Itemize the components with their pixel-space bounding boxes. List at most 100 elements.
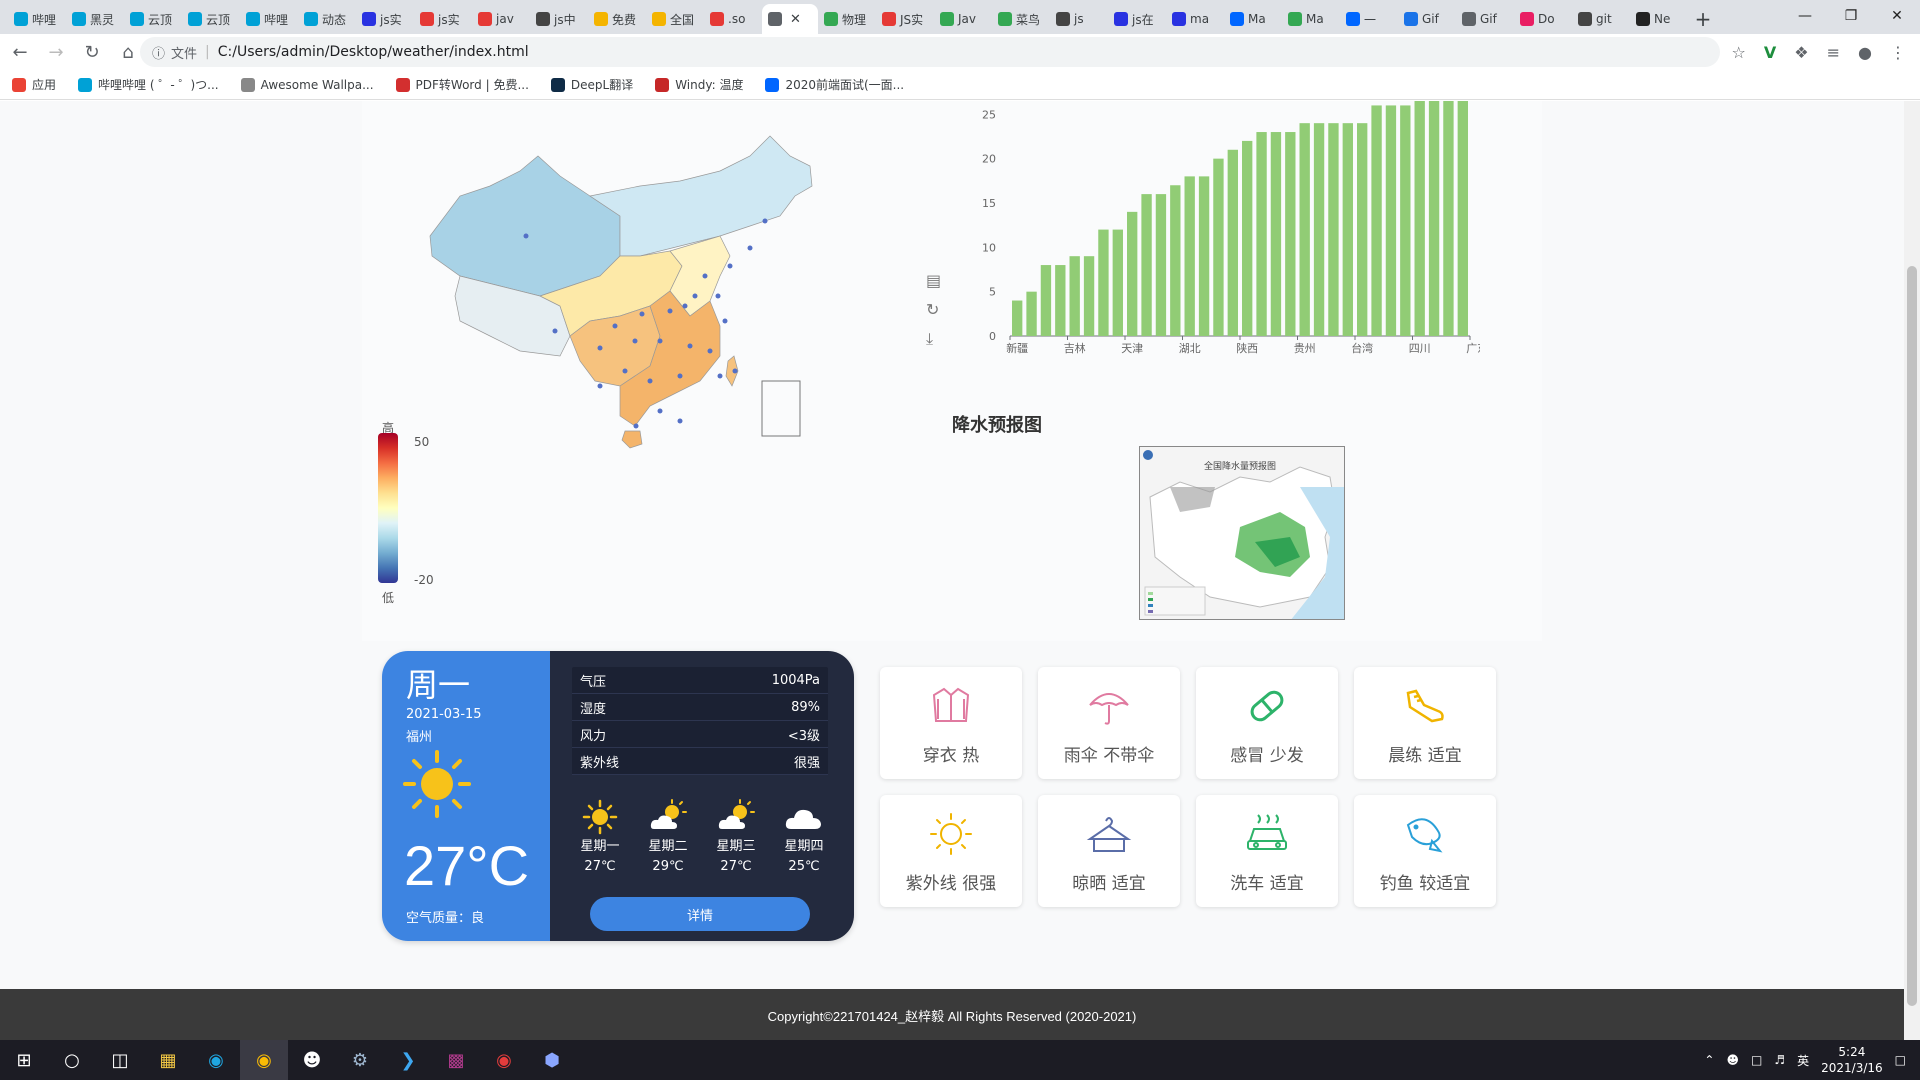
browser-tab[interactable]: 哔哩 (8, 4, 66, 34)
bar[interactable] (1256, 132, 1267, 336)
lifestyle-tile[interactable]: 紫外线 很强 (880, 795, 1022, 907)
bar[interactable] (1227, 149, 1238, 336)
bookmark-item[interactable]: DeepL翻译 (550, 76, 633, 93)
maximize-button[interactable]: ❐ (1828, 0, 1874, 32)
temperature-legend[interactable]: 高 50 -20 低 (378, 419, 438, 609)
browser-tab[interactable]: ✕ (762, 4, 818, 34)
bar[interactable] (1098, 229, 1109, 336)
browser-tab[interactable]: jav (472, 4, 530, 34)
menu-kebab-icon[interactable]: ⋮ (1890, 43, 1906, 62)
map-island-hainan[interactable] (621, 430, 643, 449)
bar[interactable] (1127, 211, 1138, 336)
rain-forecast-map-image[interactable]: 全国降水量预报图 (1139, 446, 1345, 620)
bar[interactable] (1055, 265, 1066, 336)
steam-icon[interactable]: ⚙ (336, 1040, 384, 1080)
browser-tab[interactable]: js实 (356, 4, 414, 34)
windows-start-icon[interactable]: ⊞ (0, 1040, 48, 1080)
bar[interactable] (1285, 132, 1296, 336)
browser-tab[interactable]: ma (1166, 4, 1224, 34)
browser-tab[interactable]: 菜鸟 (992, 4, 1050, 34)
bar[interactable] (1443, 101, 1454, 336)
profile-avatar-icon[interactable]: ● (1858, 43, 1872, 62)
page-scrollbar[interactable] (1904, 101, 1920, 1040)
bar[interactable] (1242, 140, 1253, 336)
bookmark-star-icon[interactable]: ☆ (1732, 43, 1746, 62)
browser-tab[interactable]: 免费 (588, 4, 646, 34)
notifications-icon[interactable]: □ (1895, 1053, 1906, 1067)
browser-tab[interactable]: 云顶 (182, 4, 240, 34)
bar[interactable] (1357, 123, 1368, 336)
temperature-bar-chart[interactable]: 0 5 10 15 20 25 新疆 吉林 天津 湖北 陕西 贵州 台湾 四川 广东 (960, 101, 1480, 371)
tray-chevron-icon[interactable]: ⌃ (1704, 1053, 1714, 1067)
bookmark-item[interactable]: 应用 (12, 76, 56, 93)
browser-tab[interactable]: js在 (1108, 4, 1166, 34)
map-region-northwest[interactable] (429, 155, 621, 297)
browser-tab[interactable]: js实 (414, 4, 472, 34)
browser-tab[interactable]: 全国 (646, 4, 704, 34)
netease-music-icon[interactable]: ◉ (480, 1040, 528, 1080)
bar[interactable] (1112, 229, 1123, 336)
bookmark-item[interactable]: PDF转Word | 免费... (395, 76, 529, 93)
vscode-icon[interactable]: ❯ (384, 1040, 432, 1080)
bar[interactable] (1400, 105, 1411, 336)
browser-tab[interactable]: 物理 (818, 4, 876, 34)
bar[interactable] (1313, 123, 1325, 336)
edge-icon[interactable]: ◉ (192, 1040, 240, 1080)
browser-tab[interactable]: 黑灵 (66, 4, 124, 34)
chrome-icon[interactable]: ◉ (240, 1040, 288, 1080)
lifestyle-tile[interactable]: 钓鱼 较适宜 (1354, 795, 1496, 907)
browser-tab[interactable]: Gif (1456, 4, 1514, 34)
lifestyle-tile[interactable]: 晾晒 适宜 (1038, 795, 1180, 907)
bar[interactable] (1457, 101, 1468, 336)
bar[interactable] (1299, 123, 1310, 336)
close-tab-icon[interactable]: ✕ (790, 12, 801, 27)
tray-app-icon[interactable]: ☻ (1726, 1053, 1739, 1067)
volume-icon[interactable]: ♬ (1774, 1053, 1785, 1067)
extensions-puzzle-icon[interactable]: ❖ (1794, 43, 1808, 62)
new-tab-button[interactable]: + (1688, 4, 1718, 34)
bar[interactable] (1141, 194, 1152, 336)
clock[interactable]: 5:24 2021/3/16 (1821, 1044, 1883, 1076)
browser-tab[interactable]: 哔哩 (240, 4, 298, 34)
browser-tab[interactable]: Gif (1398, 4, 1456, 34)
bar[interactable] (1069, 256, 1080, 336)
lifestyle-tile[interactable]: 晨练 适宜 (1354, 667, 1496, 779)
save-image-icon[interactable]: ⤓ (926, 329, 941, 349)
china-temperature-map[interactable] (420, 126, 900, 496)
bar[interactable] (1414, 101, 1425, 336)
legend-gradient-bar[interactable] (378, 433, 398, 583)
lifestyle-tile[interactable]: 穿衣 热 (880, 667, 1022, 779)
bar[interactable] (1328, 123, 1339, 336)
bar[interactable] (1270, 132, 1282, 336)
bookmark-item[interactable]: 2020前端面试(一面... (765, 76, 904, 93)
qq-icon[interactable]: ☻ (288, 1040, 336, 1080)
bookmark-item[interactable]: Awesome Wallpa... (240, 77, 374, 92)
browser-tab[interactable]: Ne (1630, 4, 1688, 34)
bar[interactable] (1385, 105, 1397, 336)
browser-tab[interactable]: Do (1514, 4, 1572, 34)
minimize-button[interactable]: — (1782, 0, 1828, 32)
url-text[interactable]: C:/Users/admin/Desktop/weather/index.htm… (218, 44, 529, 60)
bar[interactable] (1170, 185, 1181, 336)
lifestyle-tile[interactable]: 感冒 少发 (1196, 667, 1338, 779)
bar[interactable] (1184, 176, 1195, 336)
bar[interactable] (1213, 158, 1224, 336)
details-button[interactable]: 详情 (590, 897, 810, 931)
browser-tab[interactable]: Jav (934, 4, 992, 34)
bar[interactable] (1026, 291, 1037, 336)
bar[interactable] (1155, 194, 1167, 336)
back-icon[interactable]: ← (4, 36, 36, 68)
address-bar[interactable]: ⓘ 文件 | C:/Users/admin/Desktop/weather/in… (140, 37, 1720, 67)
browser-tab[interactable]: 动态 (298, 4, 356, 34)
info-icon[interactable]: ⓘ (152, 43, 165, 62)
map-region-north[interactable] (589, 135, 813, 257)
forward-icon[interactable]: → (40, 36, 72, 68)
close-window-button[interactable]: ✕ (1874, 0, 1920, 32)
bar[interactable] (1012, 300, 1023, 336)
search-icon[interactable]: ○ (48, 1040, 96, 1080)
lifestyle-tile[interactable]: 洗车 适宜 (1196, 795, 1338, 907)
browser-tab[interactable]: js中 (530, 4, 588, 34)
browser-tab[interactable]: Ma (1282, 4, 1340, 34)
winrar-icon[interactable]: ▩ (432, 1040, 480, 1080)
bar[interactable] (1198, 176, 1210, 336)
